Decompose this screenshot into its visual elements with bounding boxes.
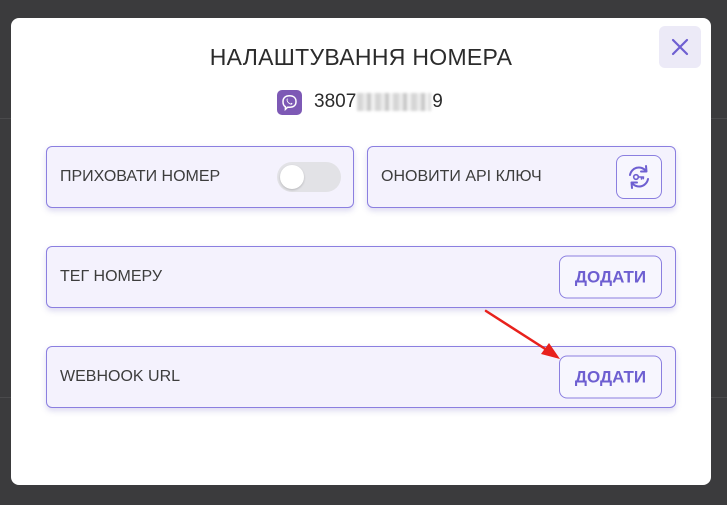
viber-icon: [277, 89, 302, 115]
number-tag-label: ТЕГ НОМЕРУ: [60, 268, 163, 285]
add-webhook-button[interactable]: ДОДАТИ: [559, 355, 662, 399]
number-settings-modal: НАЛАШТУВАННЯ НОМЕРА 3807 9 ПРИХОВАТИ НОМ…: [11, 18, 711, 485]
toggle-knob: [280, 165, 304, 189]
update-api-key-label: ОНОВИТИ API КЛЮЧ: [381, 168, 542, 185]
phone-number: 3807 9: [314, 91, 443, 113]
phone-number-start: 3807: [314, 91, 357, 112]
phone-number-row: 3807 9: [277, 89, 443, 115]
hide-number-label: ПРИХОВАТИ НОМЕР: [60, 168, 221, 185]
add-tag-button[interactable]: ДОДАТИ: [559, 255, 662, 299]
webhook-url-label: WEBHOOK URL: [60, 368, 181, 385]
phone-number-end: 9: [432, 91, 443, 112]
refresh-key-icon: [629, 165, 649, 189]
hide-number-card: ПРИХОВАТИ НОМЕР: [46, 146, 354, 208]
number-tag-card: ТЕГ НОМЕРУ ДОДАТИ: [46, 246, 676, 308]
webhook-url-card: WEBHOOK URL ДОДАТИ: [46, 346, 676, 408]
phone-number-blurred-part: [357, 93, 432, 111]
update-api-key-card: ОНОВИТИ API КЛЮЧ: [367, 146, 676, 208]
update-api-key-button[interactable]: [616, 155, 662, 199]
modal-title: НАЛАШТУВАННЯ НОМЕРА: [209, 44, 513, 70]
hide-number-toggle[interactable]: [277, 162, 341, 192]
